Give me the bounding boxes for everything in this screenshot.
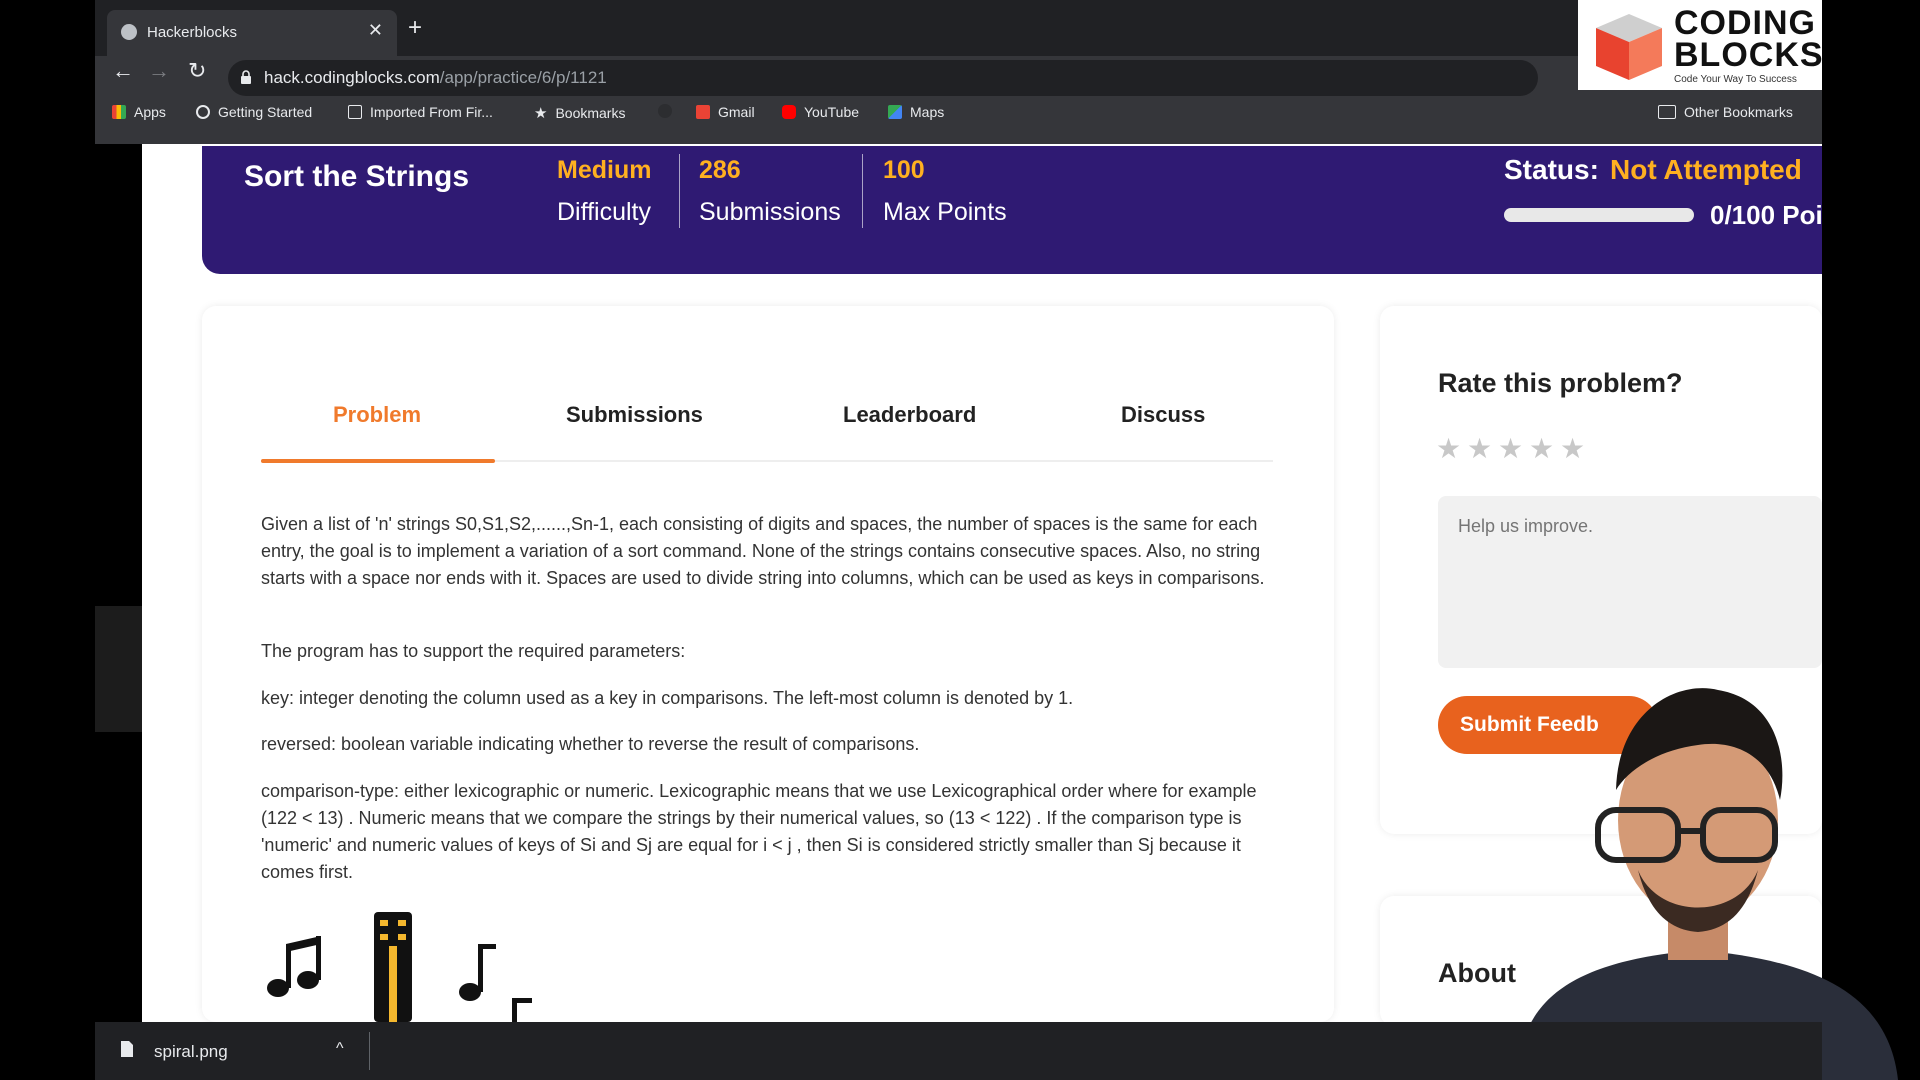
- bookmark-bookmarks[interactable]: ★ Bookmarks: [534, 104, 625, 122]
- bookmark-label: YouTube: [804, 104, 860, 120]
- other-bookmarks[interactable]: Other Bookmarks: [1658, 104, 1793, 120]
- bookmark-label: Getting Started: [218, 104, 313, 120]
- active-tab-indicator: [261, 459, 495, 463]
- back-arrow-icon[interactable]: ←: [112, 58, 134, 84]
- chrome-icon: [196, 105, 210, 119]
- problem-title: Sort the Strings: [244, 160, 470, 193]
- feedback-textarea[interactable]: [1438, 496, 1822, 668]
- tab-submissions[interactable]: Submissions: [566, 402, 703, 428]
- logo-cube-icon: [1596, 14, 1662, 80]
- points-progress-bar: [1504, 208, 1694, 222]
- logo-tagline: Code Your Way To Success: [1674, 74, 1797, 85]
- forward-arrow-icon[interactable]: →: [148, 58, 170, 84]
- left-dark-strip: [95, 606, 142, 732]
- max-points-label: Max Points: [883, 198, 1007, 226]
- url-host: hack.codingblocks.com: [264, 68, 440, 87]
- coding-blocks-logo: CODING BLOCKS Code Your Way To Success: [1578, 0, 1824, 90]
- tab-title: Hackerblocks: [147, 24, 238, 41]
- rate-title: Rate this problem?: [1438, 368, 1683, 398]
- bookmark-apps[interactable]: Apps: [112, 104, 166, 120]
- max-points-value: 100: [883, 156, 925, 184]
- points-text: 0/100 Poi: [1710, 200, 1823, 230]
- description-paragraph: Given a list of 'n' strings S0,S1,S2,...…: [261, 514, 1265, 588]
- close-tab-icon[interactable]: ✕: [368, 20, 383, 41]
- tab-discuss[interactable]: Discuss: [1121, 402, 1205, 428]
- divider: [679, 154, 680, 228]
- download-bar: [95, 1022, 1822, 1080]
- bookmark-github[interactable]: [658, 104, 672, 118]
- folder-icon: [348, 105, 362, 119]
- difficulty-value: Medium: [557, 156, 652, 184]
- new-tab-button[interactable]: +: [408, 14, 422, 42]
- webcam-presenter: [1518, 688, 1898, 1080]
- tab-leaderboard[interactable]: Leaderboard: [843, 402, 976, 428]
- star-icon[interactable]: ★: [1467, 432, 1492, 465]
- lock-icon: [241, 70, 251, 84]
- download-filename[interactable]: spiral.png: [154, 1042, 228, 1062]
- reload-icon[interactable]: ↻: [188, 58, 206, 84]
- status-value: Not Attempted: [1610, 154, 1802, 185]
- status-label: Status:: [1504, 154, 1599, 185]
- url-path: /app/practice/6/p/1121: [439, 68, 607, 87]
- chevron-up-icon[interactable]: ^: [336, 1040, 344, 1058]
- logo-line1: CODING: [1674, 4, 1816, 42]
- bookmark-label: Bookmarks: [555, 105, 626, 121]
- other-bookmarks-label: Other Bookmarks: [1684, 104, 1793, 120]
- star-icon[interactable]: ★: [1436, 432, 1461, 465]
- youtube-icon: [782, 105, 796, 119]
- submissions-count: 286: [699, 156, 741, 184]
- description-paragraph: key: integer denoting the column used as…: [261, 688, 1074, 708]
- bookmark-gmail[interactable]: Gmail: [696, 104, 755, 120]
- address-bar[interactable]: hack.codingblocks.com/app/practice/6/p/1…: [228, 60, 1538, 96]
- maps-icon: [888, 105, 902, 119]
- hackerblocks-favicon-icon: [121, 24, 137, 40]
- github-icon: [658, 104, 672, 118]
- star-icon[interactable]: ★: [1560, 432, 1585, 465]
- download-separator: [369, 1032, 370, 1070]
- bookmark-label: Maps: [910, 104, 945, 120]
- bookmark-label: Imported From Fir...: [370, 104, 493, 120]
- tab-problem[interactable]: Problem: [333, 402, 421, 428]
- browser-tab[interactable]: Hackerblocks ✕: [107, 10, 397, 56]
- music-illustration: [267, 912, 532, 1022]
- star-icon[interactable]: ★: [1498, 432, 1523, 465]
- description-paragraph: reversed: boolean variable indicating wh…: [261, 734, 920, 754]
- file-icon: [121, 1041, 133, 1057]
- bookmark-label: Gmail: [718, 104, 755, 120]
- divider: [862, 154, 863, 228]
- star-icon: ★: [534, 105, 548, 122]
- bookmark-label: Apps: [134, 104, 166, 120]
- submissions-label: Submissions: [699, 198, 841, 226]
- apps-grid-icon: [112, 105, 126, 119]
- bookmark-imported[interactable]: Imported From Fir...: [348, 104, 493, 120]
- gmail-icon: [696, 105, 710, 119]
- logo-line2: BLOCKS: [1674, 36, 1824, 74]
- difficulty-label: Difficulty: [557, 198, 652, 226]
- bookmark-getting-started[interactable]: Getting Started: [196, 104, 312, 120]
- description-paragraph: comparison-type: either lexicographic or…: [261, 781, 1257, 882]
- folder-icon: [1658, 105, 1676, 119]
- bookmark-maps[interactable]: Maps: [888, 104, 944, 120]
- bookmark-youtube[interactable]: YouTube: [782, 104, 859, 120]
- description-paragraph: The program has to support the required …: [261, 641, 686, 661]
- problem-banner: Sort the Strings Medium Difficulty 286 S…: [202, 146, 1823, 274]
- star-icon[interactable]: ★: [1529, 432, 1554, 465]
